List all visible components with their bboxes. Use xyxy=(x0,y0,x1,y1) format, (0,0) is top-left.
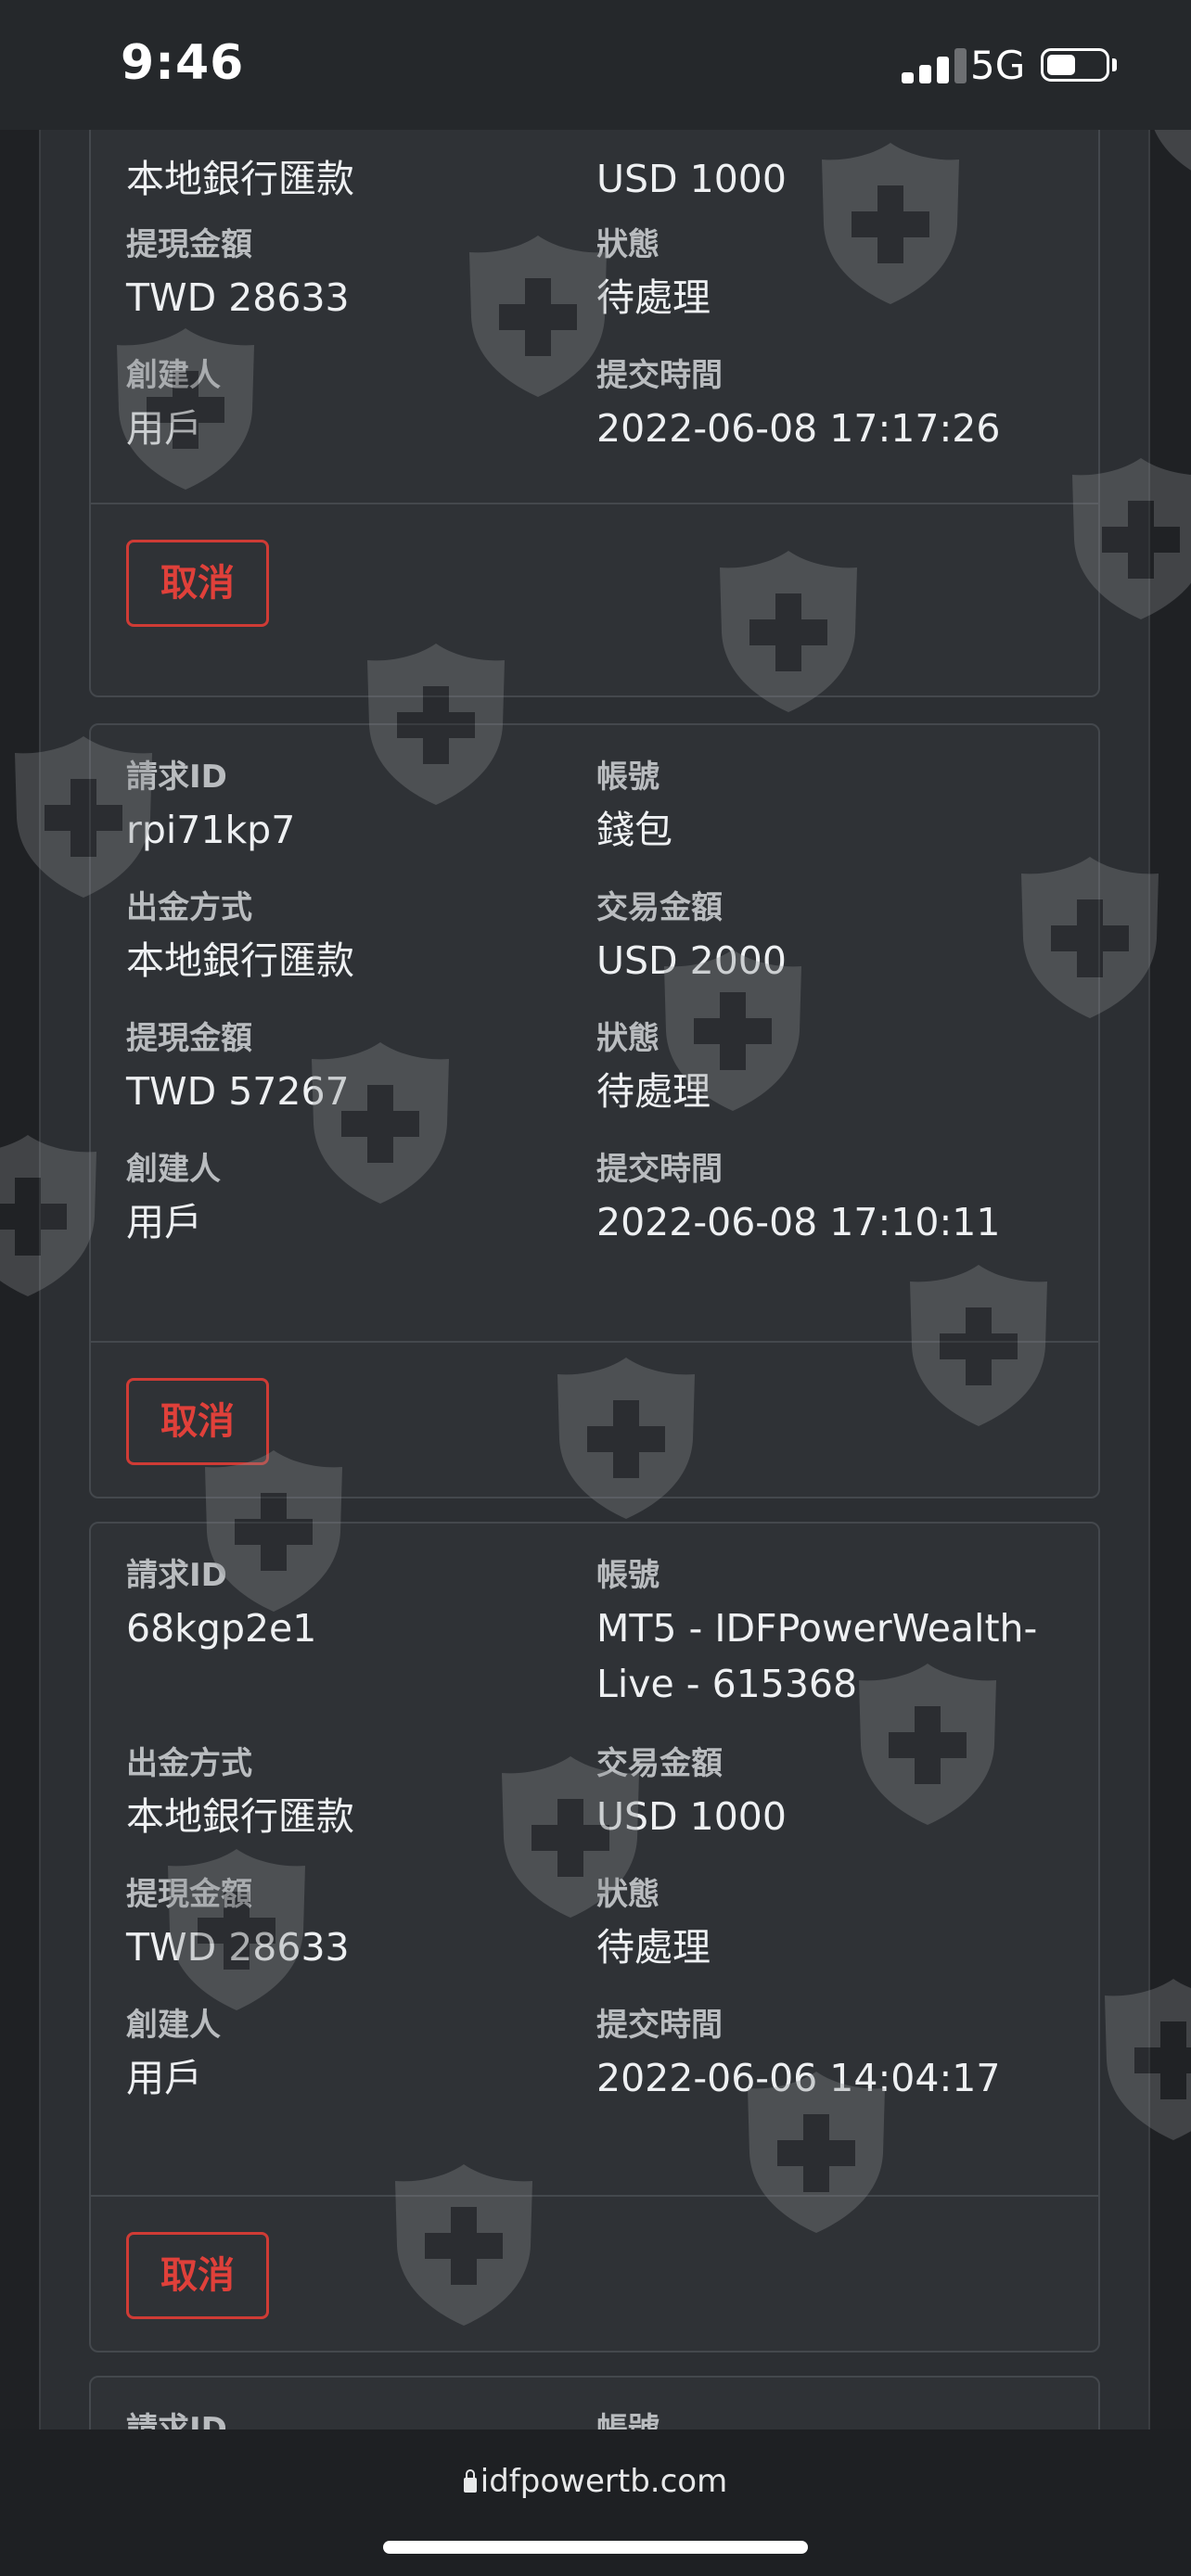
submit-time-label: 提交時間 xyxy=(596,357,723,394)
method-label: 出金方式 xyxy=(126,1745,252,1782)
creator-label: 創建人 xyxy=(126,1151,221,1188)
status-time: 9:46 xyxy=(121,35,245,91)
cellular-signal-icon xyxy=(902,48,967,83)
trade-amount-value: USD 1000 xyxy=(596,1794,787,1839)
account-label: 帳號 xyxy=(596,759,660,796)
page-frame-left xyxy=(0,130,41,2429)
withdrawal-card: 請求ID 帳號 xyxy=(89,2376,1100,2429)
withdraw-amount-field: 提現金額 TWD 57267 xyxy=(126,1020,350,1118)
status-label: 狀態 xyxy=(596,1020,660,1057)
withdraw-amount-label: 提現金額 xyxy=(126,1876,252,1913)
card-divider xyxy=(91,503,1098,504)
method-field: 出金方式 本地銀行匯款 xyxy=(126,889,354,988)
submit-time-field: 提交時間 2022-06-08 17:17:26 xyxy=(596,357,1000,455)
withdraw-amount-value: TWD 28633 xyxy=(126,1925,350,1970)
request-id-label: 請求ID xyxy=(126,2411,227,2429)
creator-field: 創建人 用戶 xyxy=(126,357,221,455)
creator-value: 用戶 xyxy=(126,1200,202,1244)
withdraw-amount-value: TWD 28633 xyxy=(126,275,350,320)
cancel-button[interactable]: 取消 xyxy=(126,2232,269,2319)
status-field: 狀態 待處理 xyxy=(596,1876,711,1974)
account-field: 帳號 xyxy=(596,2411,660,2429)
submit-time-value: 2022-06-06 14:04:17 xyxy=(596,2056,1001,2100)
submit-time-field: 提交時間 2022-06-06 14:04:17 xyxy=(596,2007,1000,2105)
withdraw-amount-label: 提現金額 xyxy=(126,226,252,263)
method-value: 本地銀行匯款 xyxy=(126,1794,354,1839)
trade-amount-field: 交易金額 USD 1000 xyxy=(596,1745,787,1843)
withdrawal-card: 請求ID rpi71kp7 帳號 錢包 出金方式 本地銀行匯款 交易金額 USD… xyxy=(89,723,1100,1498)
trade-amount-value-field: USD 1000 xyxy=(596,145,787,206)
lock-icon xyxy=(463,2469,477,2493)
webpage-viewport[interactable]: 本地銀行匯款 USD 1000 提現金額 TWD 28633 狀態 待處理 創建… xyxy=(0,130,1191,2429)
browser-bottom-bar: idfpowertb.com xyxy=(0,2429,1191,2576)
trade-amount-value: USD 1000 xyxy=(596,157,787,201)
withdrawal-card: 本地銀行匯款 USD 1000 提現金額 TWD 28633 狀態 待處理 創建… xyxy=(89,130,1100,697)
method-label: 出金方式 xyxy=(126,889,252,926)
submit-time-label: 提交時間 xyxy=(596,1151,723,1188)
submit-time-label: 提交時間 xyxy=(596,2007,723,2044)
submit-time-value: 2022-06-08 17:17:26 xyxy=(596,406,1001,451)
creator-label: 創建人 xyxy=(126,2007,221,2044)
request-id-field: 請求ID rpi71kp7 xyxy=(126,759,295,857)
submit-time-field: 提交時間 2022-06-08 17:10:11 xyxy=(596,1151,1000,1249)
creator-field: 創建人 用戶 xyxy=(126,1151,221,1249)
status-value: 待處理 xyxy=(596,1069,711,1114)
trade-amount-label: 交易金額 xyxy=(596,1745,723,1782)
battery-icon xyxy=(1041,48,1109,82)
submit-time-value: 2022-06-08 17:10:11 xyxy=(596,1200,1001,1244)
address-bar[interactable]: idfpowertb.com xyxy=(0,2463,1191,2500)
url-text: idfpowertb.com xyxy=(480,2463,728,2500)
status-value: 待處理 xyxy=(596,275,711,320)
page-frame-right xyxy=(1148,130,1191,2429)
battery-tip xyxy=(1112,58,1117,71)
account-value-line2: Live - 615368 xyxy=(596,1662,858,1706)
status-label: 狀態 xyxy=(596,1876,660,1913)
account-value-line1: MT5 - IDFPowerWealth- xyxy=(596,1606,1038,1651)
home-indicator[interactable] xyxy=(383,2541,808,2554)
withdraw-amount-field: 提現金額 TWD 28633 xyxy=(126,1876,350,1974)
withdraw-amount-label: 提現金額 xyxy=(126,1020,252,1057)
request-id-label: 請求ID xyxy=(126,759,227,796)
creator-value: 用戶 xyxy=(126,406,202,451)
method-value: 本地銀行匯款 xyxy=(126,157,354,201)
status-value: 待處理 xyxy=(596,1925,711,1970)
request-id-label: 請求ID xyxy=(126,1557,227,1594)
trade-amount-value: USD 2000 xyxy=(596,938,787,983)
cancel-button[interactable]: 取消 xyxy=(126,540,269,627)
status-field: 狀態 待處理 xyxy=(596,226,711,325)
cancel-button[interactable]: 取消 xyxy=(126,1378,269,1465)
status-bar: 9:46 5G xyxy=(0,0,1191,130)
account-value: 錢包 xyxy=(596,808,672,852)
card-divider xyxy=(91,2195,1098,2197)
status-field: 狀態 待處理 xyxy=(596,1020,711,1118)
method-value: 本地銀行匯款 xyxy=(126,938,354,983)
account-label: 帳號 xyxy=(596,2411,660,2429)
request-id-field: 請求ID xyxy=(126,2411,227,2429)
creator-value: 用戶 xyxy=(126,2056,202,2100)
method-value-field: 本地銀行匯款 xyxy=(126,145,354,206)
status-label: 狀態 xyxy=(596,226,660,263)
request-id-value: rpi71kp7 xyxy=(126,808,296,852)
request-id-value: 68kgp2e1 xyxy=(126,1606,317,1651)
creator-label: 創建人 xyxy=(126,357,221,394)
account-field: 帳號 錢包 xyxy=(596,759,672,857)
withdraw-amount-field: 提現金額 TWD 28633 xyxy=(126,226,350,325)
network-type: 5G xyxy=(970,43,1026,88)
trade-amount-label: 交易金額 xyxy=(596,889,723,926)
account-field: 帳號 MT5 - IDFPowerWealth- Live - 615368 xyxy=(596,1557,1037,1711)
card-divider xyxy=(91,1341,1098,1343)
method-field: 出金方式 本地銀行匯款 xyxy=(126,1745,354,1843)
account-label: 帳號 xyxy=(596,1557,660,1594)
request-id-field: 請求ID 68kgp2e1 xyxy=(126,1557,316,1655)
withdraw-amount-value: TWD 57267 xyxy=(126,1069,350,1114)
creator-field: 創建人 用戶 xyxy=(126,2007,221,2105)
withdrawal-card: 請求ID 68kgp2e1 帳號 MT5 - IDFPowerWealth- L… xyxy=(89,1522,1100,2353)
trade-amount-field: 交易金額 USD 2000 xyxy=(596,889,787,988)
